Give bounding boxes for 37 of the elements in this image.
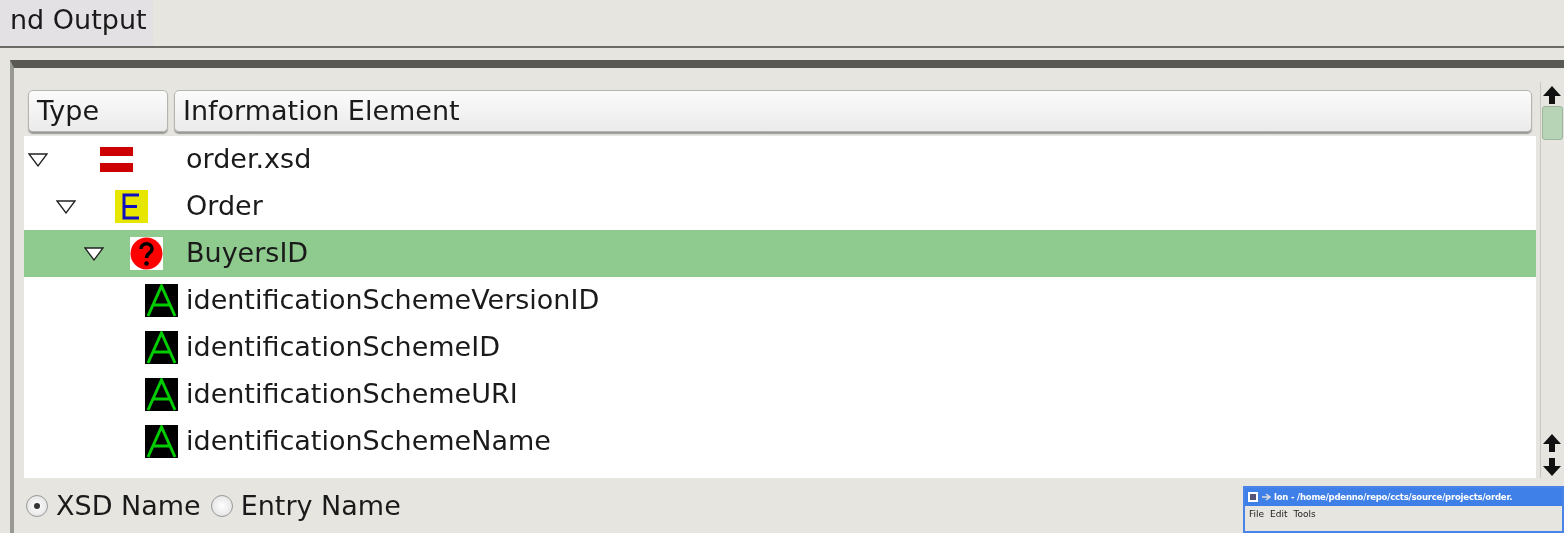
letter-a-icon xyxy=(145,284,178,317)
tree-row[interactable]: identificationSchemeName xyxy=(24,418,1536,465)
expand-toggle-icon[interactable] xyxy=(84,246,104,261)
tree-item-label: identificationSchemeID xyxy=(185,330,500,365)
scroll-thumb[interactable] xyxy=(1542,106,1563,140)
tree-item-label: BuyersID xyxy=(185,236,309,271)
radio-button[interactable] xyxy=(210,495,233,517)
tree-row[interactable]: identificationSchemeURI xyxy=(24,371,1536,418)
tree-item-label: Order xyxy=(185,189,263,224)
tree-item-label: order.xsd xyxy=(185,142,312,177)
column-header[interactable]: Type xyxy=(28,90,168,132)
tree-item-label: identificationSchemeName xyxy=(185,424,551,459)
letter-a-icon xyxy=(145,378,178,411)
scroll-down-icon xyxy=(1541,455,1563,478)
menu-item[interactable]: File xyxy=(1249,508,1265,522)
tree-row[interactable]: identificationSchemeVersionID xyxy=(24,277,1536,324)
radio-option[interactable]: XSD Name xyxy=(26,485,201,527)
menu-item[interactable]: Edit xyxy=(1270,508,1288,522)
window-icon xyxy=(1248,492,1258,502)
expand-toggle-icon[interactable] xyxy=(28,152,48,167)
tree-row[interactable]: BuyersID xyxy=(24,230,1536,277)
tree-item-label: identificationSchemeVersionID xyxy=(185,283,600,318)
tree-item-label: identificationSchemeURI xyxy=(185,377,518,412)
letter-a-icon xyxy=(145,331,178,364)
tab[interactable]: nd Output xyxy=(0,0,153,46)
tree-row[interactable]: order.xsd xyxy=(24,136,1536,183)
element-icon xyxy=(115,190,148,223)
menu-item[interactable]: Tools xyxy=(1293,508,1316,522)
tree-row[interactable]: Order xyxy=(24,183,1536,230)
window-title: lon - /home/pdenno/repo/ccts/source/projects/order. xyxy=(1274,491,1513,504)
tree-row[interactable]: identificationSchemeID xyxy=(24,324,1536,371)
letter-a-icon xyxy=(145,425,178,458)
radio-button[interactable] xyxy=(26,495,48,517)
column-header[interactable]: Information Element xyxy=(174,90,1532,132)
radio-option[interactable]: Entry Name xyxy=(210,485,401,527)
expand-toggle-icon[interactable] xyxy=(56,199,76,214)
question-icon xyxy=(130,237,163,270)
